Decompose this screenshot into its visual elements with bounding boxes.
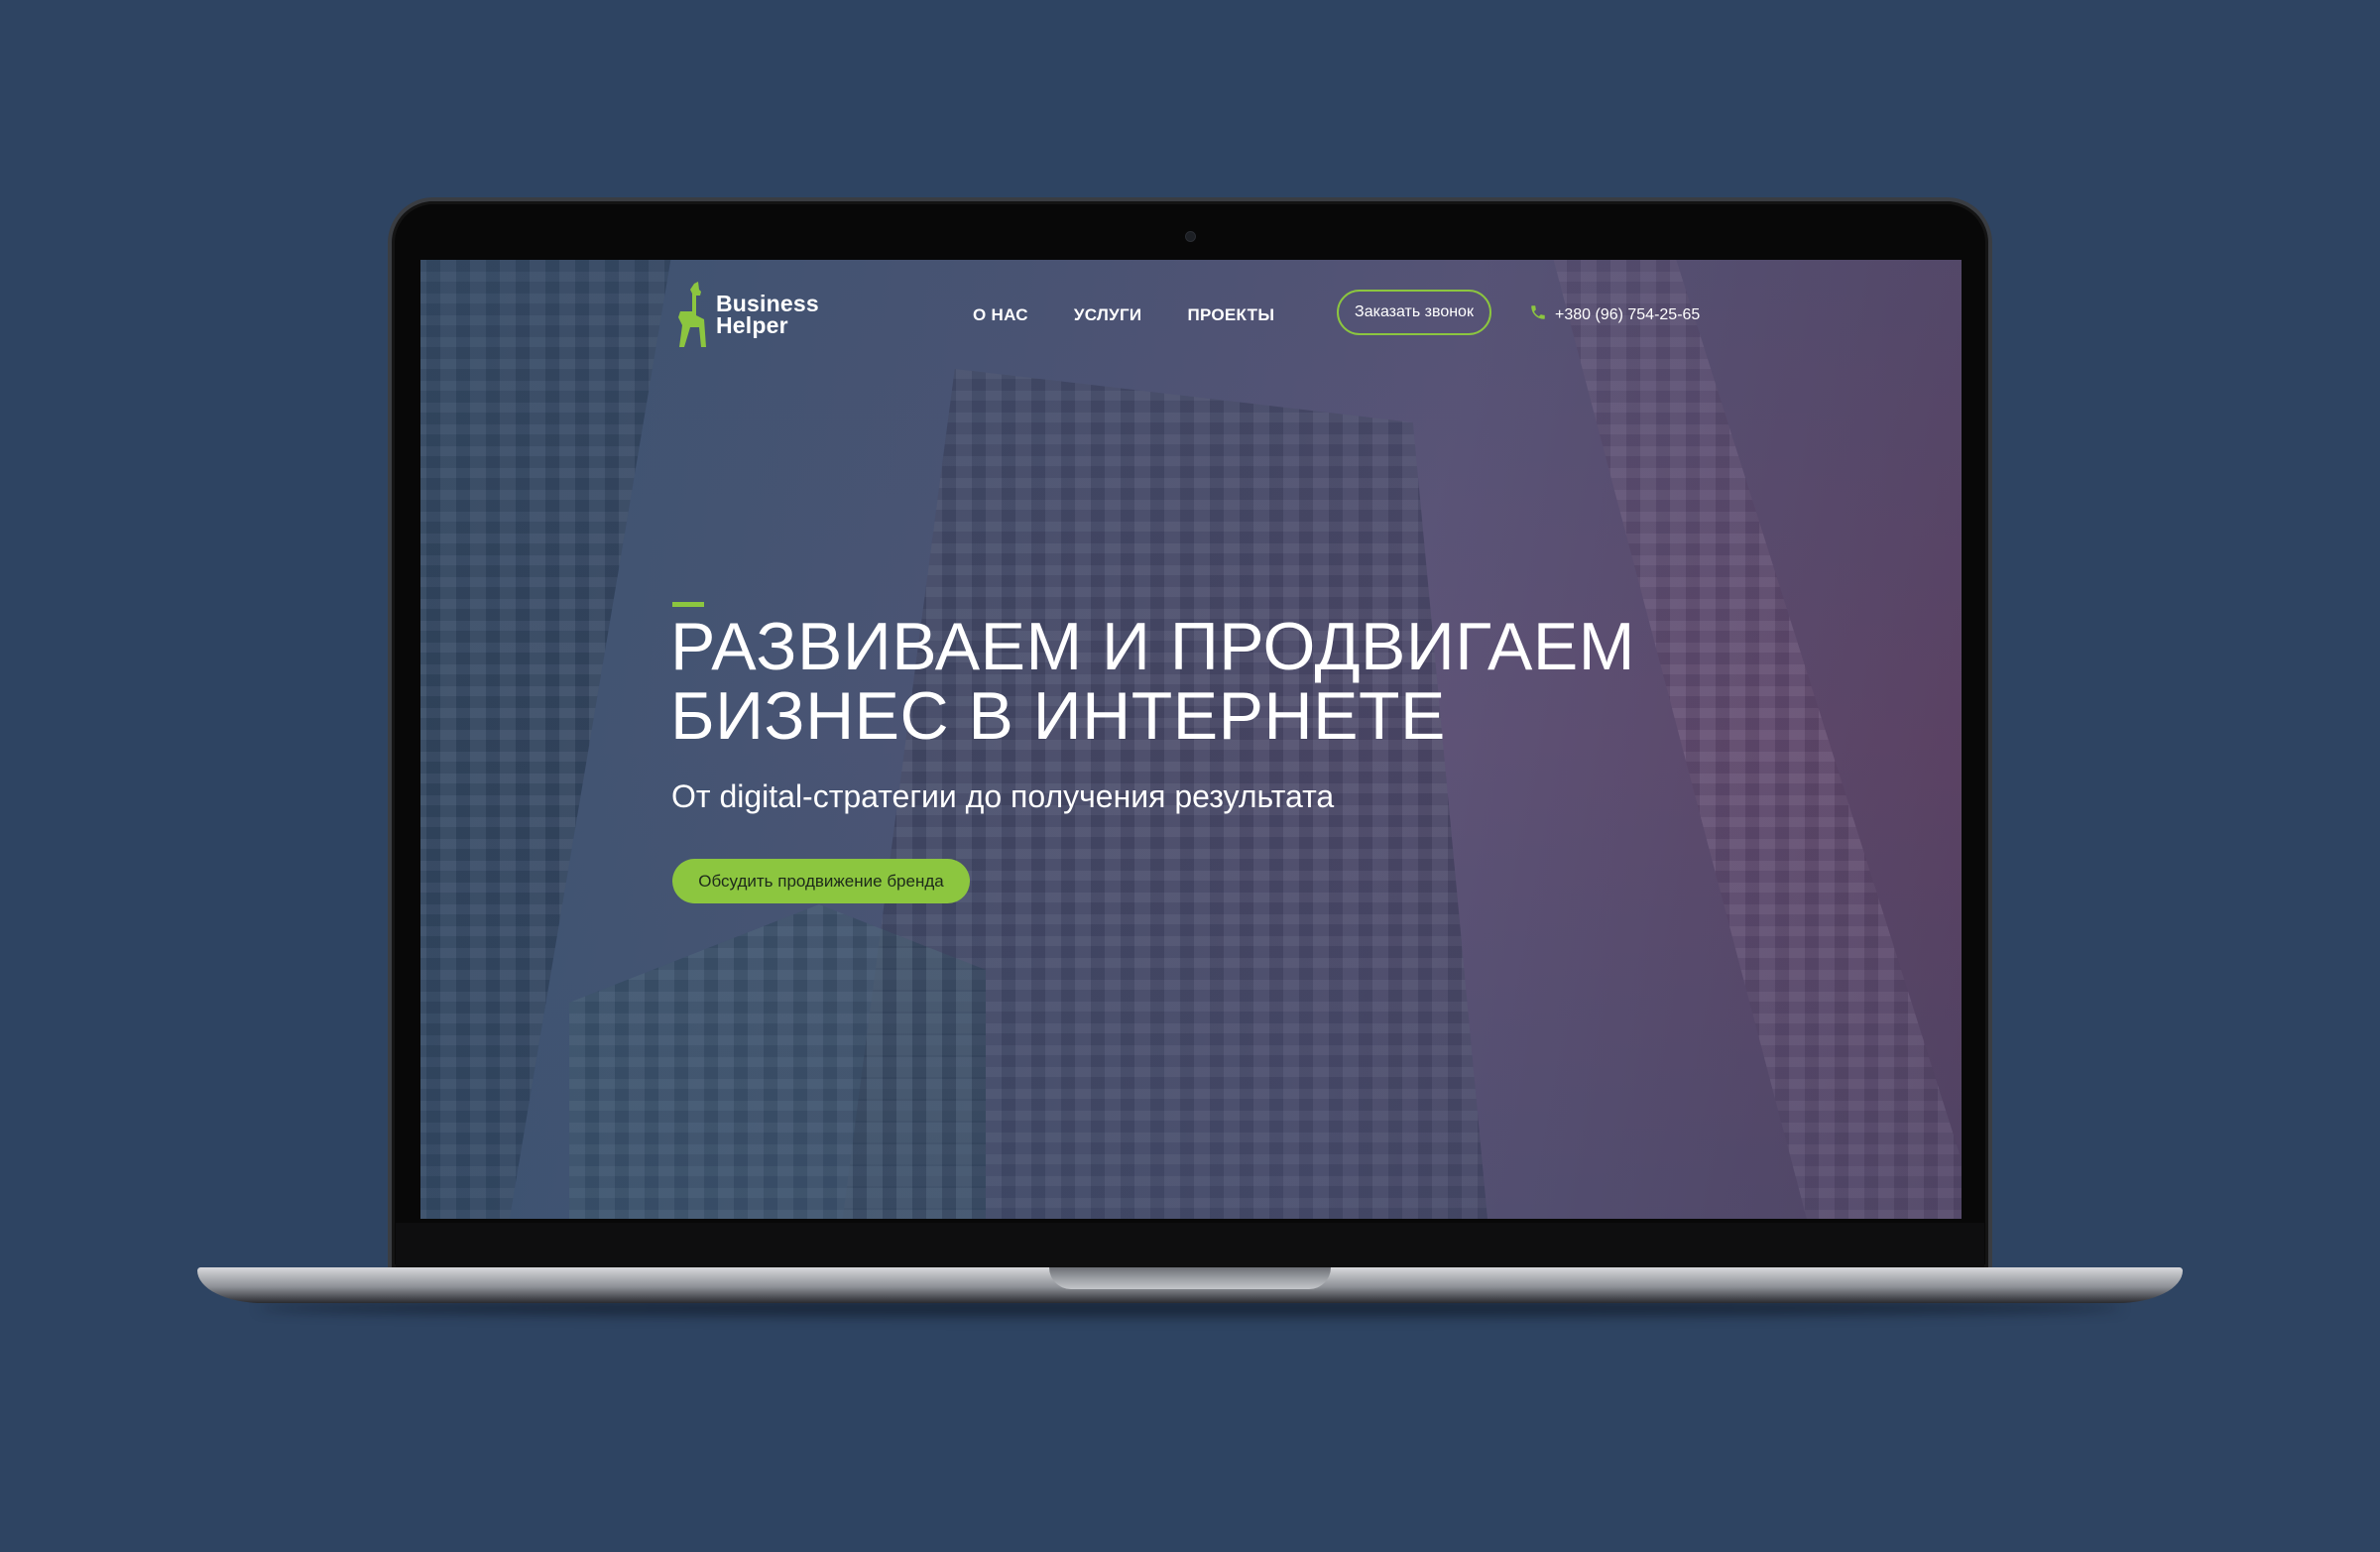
phone-link[interactable]: +380 (96) 754-25-65	[1529, 303, 1700, 326]
hero-subtitle: От digital-стратегии до получения резуль…	[671, 778, 1335, 814]
main-nav: О НАС УСЛУГИ ПРОЕКТЫ	[973, 305, 1274, 325]
hero-title-line2: БИЗНЕС В ИНТЕРНЕТЕ	[670, 678, 1446, 754]
logo[interactable]: Business Helper	[670, 282, 819, 347]
phone-icon	[1529, 303, 1547, 326]
laptop-bezel-bottom	[396, 1223, 1984, 1268]
phone-number: +380 (96) 754-25-65	[1555, 305, 1701, 323]
request-call-button[interactable]: Заказать звонок	[1337, 290, 1491, 335]
nav-item-about[interactable]: О НАС	[973, 305, 1028, 325]
hero-title-line1: РАЗВИВАЕМ И ПРОДВИГАЕМ	[670, 609, 1635, 684]
laptop-screen: Business Helper О НАС УСЛУГИ ПРОЕКТЫ Зак…	[420, 260, 1962, 1219]
nav-item-services[interactable]: УСЛУГИ	[1074, 305, 1142, 325]
logo-text-line1: Business	[716, 291, 819, 316]
hero-title: РАЗВИВАЕМ И ПРОДВИГАЕМ БИЗНЕС В ИНТЕРНЕТ…	[670, 612, 1860, 751]
discuss-promotion-button[interactable]: Обсудить продвижение бренда	[672, 859, 970, 903]
logo-text-line2: Helper	[716, 312, 788, 338]
nav-item-projects[interactable]: ПРОЕКТЫ	[1187, 305, 1274, 325]
laptop-notch	[1049, 1267, 1331, 1289]
llama-icon	[670, 282, 710, 347]
camera-icon	[1185, 231, 1196, 242]
hero-accent-bar	[672, 602, 704, 607]
logo-text: Business Helper	[716, 291, 819, 338]
